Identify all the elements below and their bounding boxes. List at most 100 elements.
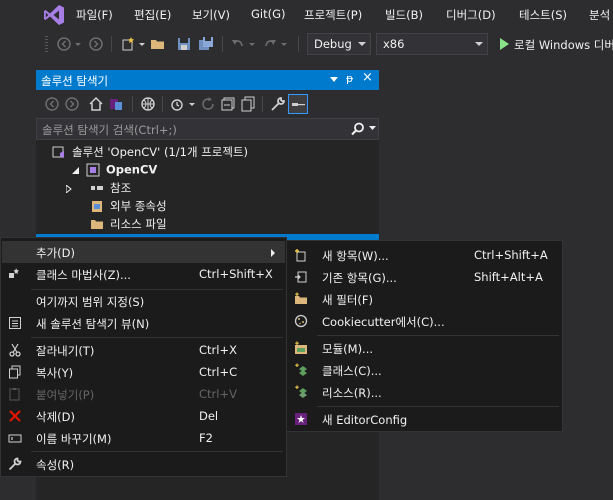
toolbar-separator <box>222 36 223 52</box>
menu-item-new-explorer-view[interactable]: 새 솔루션 탐색기 뷰(N) <box>2 312 285 334</box>
menu-file[interactable]: 파일(F) <box>76 7 113 23</box>
redo-dropdown-icon[interactable] <box>280 36 288 52</box>
menu-separator <box>317 335 559 336</box>
window-position-dropdown-icon[interactable] <box>330 77 338 83</box>
back-dropdown-icon[interactable] <box>74 36 82 52</box>
tree-item-references[interactable]: 참조 <box>66 180 131 198</box>
show-all-files-icon[interactable] <box>140 96 156 112</box>
pending-changes-icon[interactable] <box>170 96 186 112</box>
show-all-icon[interactable] <box>240 96 256 112</box>
menu-item-add[interactable]: 추가(D) <box>2 241 285 263</box>
tree-item-project[interactable]: OpenCV <box>72 162 158 180</box>
open-folder-icon[interactable] <box>150 36 166 52</box>
toolbar-separator <box>111 36 112 52</box>
submenu-item-new-item[interactable]: 새 항목(W)... Ctrl+Shift+A <box>288 244 561 266</box>
menu-view[interactable]: 보기(V) <box>192 7 230 23</box>
menu-project[interactable]: 프로젝트(P) <box>304 7 362 23</box>
visual-studio-logo-icon[interactable] <box>42 3 66 27</box>
toolbar-grip[interactable] <box>45 36 48 52</box>
module-icon <box>295 341 307 354</box>
search-options-dropdown-icon[interactable] <box>369 126 376 131</box>
tree-item-resource-files[interactable]: 리소스 파일 <box>90 216 167 234</box>
back-icon[interactable] <box>44 96 60 112</box>
forward-icon[interactable] <box>64 96 80 112</box>
menu-build[interactable]: 빌드(B) <box>385 7 423 23</box>
submenu-item-new-filter[interactable]: 새 필터(F) <box>288 288 561 310</box>
configuration-select[interactable]: Debug <box>307 33 371 55</box>
submenu-arrow-icon <box>271 249 275 257</box>
tree-item-external-dependencies[interactable]: 외부 종속성 <box>90 198 167 216</box>
menu-item-scope-to-this[interactable]: 여기까지 범위 지정(S) <box>2 290 285 312</box>
platform-value: x86 <box>383 37 405 51</box>
submenu-item-class[interactable]: 클래스(C)... <box>288 359 561 381</box>
configuration-value: Debug <box>314 37 352 51</box>
solution-explorer-title-bar[interactable]: 솔루션 탐색기 ᵽ × <box>36 70 379 90</box>
switch-views-icon[interactable] <box>108 96 124 112</box>
home-icon[interactable] <box>88 96 104 112</box>
class-wizard-icon <box>9 268 19 278</box>
run-target-button[interactable]: 로컬 Windows 디버 <box>514 37 613 53</box>
resource-icon <box>295 385 307 398</box>
toolbar-separator <box>162 96 163 112</box>
save-all-icon[interactable] <box>198 36 214 52</box>
new-dropdown-icon[interactable] <box>138 36 146 52</box>
rename-icon <box>8 434 22 443</box>
menu-item-label: 잘라내기(T) <box>36 344 95 358</box>
submenu-item-cookiecutter[interactable]: Cookiecutter에서(C)... <box>288 310 561 332</box>
close-icon[interactable]: × <box>362 70 373 85</box>
submenu-item-resource[interactable]: 리소스(R)... <box>288 381 561 403</box>
properties-wrench-icon[interactable] <box>270 96 286 112</box>
solution-explorer-title: 솔루션 탐색기 <box>41 74 109 88</box>
toolbar-separator <box>262 96 263 112</box>
tree-item-solution[interactable]: 솔루션 'OpenCV' (1/1개 프로젝트) <box>52 144 248 162</box>
solution-explorer-search-input[interactable]: 솔루션 탐색기 검색(Ctrl+;) <box>36 118 379 140</box>
toolbar-separator <box>298 36 299 52</box>
folder-icon <box>91 220 103 229</box>
menu-item-label: 새 솔루션 탐색기 뷰(N) <box>36 317 150 331</box>
menu-item-properties[interactable]: 속성(R) <box>2 453 285 475</box>
menu-item-label: 붙여넣기(P) <box>36 388 95 402</box>
menu-item-label: 리소스(R)... <box>322 386 382 400</box>
submenu-item-module[interactable]: 모듈(M)... <box>288 337 561 359</box>
collapse-all-icon[interactable] <box>220 96 236 112</box>
toolbar-separator <box>132 96 133 112</box>
new-view-icon <box>9 317 21 329</box>
forward-icon[interactable] <box>88 36 104 52</box>
submenu-item-existing-item[interactable]: 기존 항목(G)... Shift+Alt+A <box>288 266 561 288</box>
start-debugging-icon[interactable] <box>498 37 510 51</box>
menu-item-rename[interactable]: 이름 바꾸기(M) F2 <box>2 427 285 449</box>
menu-git[interactable]: Git(G) <box>251 7 286 21</box>
menu-item-paste[interactable]: 붙여넣기(P) Ctrl+V <box>2 383 285 405</box>
undo-dropdown-icon[interactable] <box>248 36 256 52</box>
menu-item-copy[interactable]: 복사(Y) Ctrl+C <box>2 361 285 383</box>
tree-item-label: OpenCV <box>106 162 158 177</box>
references-icon <box>91 186 103 190</box>
submenu-item-editorconfig[interactable]: 새 EditorConfig <box>288 408 561 430</box>
menu-debug[interactable]: 디버그(D) <box>446 7 496 23</box>
existing-item-icon <box>295 271 307 283</box>
new-project-icon[interactable] <box>120 36 136 52</box>
pending-dropdown-icon[interactable] <box>188 96 196 112</box>
pin-icon[interactable]: ᵽ <box>346 72 353 85</box>
menu-item-delete[interactable]: 삭제(D) Del <box>2 405 285 427</box>
menu-item-label: 새 EditorConfig <box>322 413 408 427</box>
menu-item-class-wizard[interactable]: 클래스 마법사(Z)... Ctrl+Shift+X <box>2 263 285 285</box>
save-icon[interactable] <box>176 36 192 52</box>
platform-select[interactable]: x86 <box>376 33 488 55</box>
cookie-icon <box>294 314 308 328</box>
preview-selected-toggle[interactable] <box>288 94 308 114</box>
menu-test[interactable]: 테스트(S) <box>519 7 567 23</box>
redo-icon[interactable] <box>262 36 278 52</box>
refresh-icon[interactable] <box>200 96 216 112</box>
solution-icon <box>52 146 64 158</box>
expanded-arrow-icon[interactable] <box>72 167 79 174</box>
menu-edit[interactable]: 편집(E) <box>134 7 171 23</box>
menu-analyze[interactable]: 분석 <box>589 7 610 23</box>
collapsed-arrow-icon[interactable] <box>66 185 72 193</box>
back-icon[interactable] <box>56 36 72 52</box>
undo-icon[interactable] <box>230 36 246 52</box>
menu-item-cut[interactable]: 잘라내기(T) Ctrl+X <box>2 339 285 361</box>
menu-item-shortcut: Ctrl+C <box>199 365 238 379</box>
search-icon[interactable] <box>351 122 365 136</box>
tree-item-label: 외부 종속성 <box>110 199 167 213</box>
